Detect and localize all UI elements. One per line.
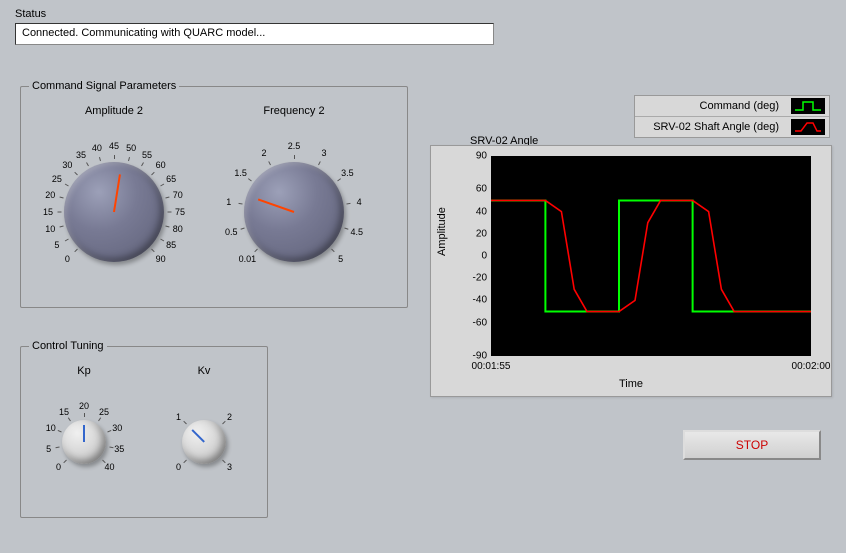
legend-row: SRV-02 Shaft Angle (deg) [635,117,829,137]
y-tick-label: -20 [461,273,487,284]
knob-tick-label: 2 [262,148,267,158]
status-text: Connected. Communicating with QUARC mode… [15,23,494,45]
control-tuning-title: Control Tuning [29,340,107,352]
legend-swatch-shaft [791,119,825,135]
kv-label: Kv [154,365,254,377]
amplitude-knob[interactable]: 05 10 15 20 2530 35 40 45 50 55 6065 70 75 80 8590 [34,121,194,291]
plot-frame: Amplitude 90 60 40 20 0 -20 -40 -60 -90 00:01:55… [430,145,832,397]
plot-canvas [491,156,811,356]
knob-tick-label: 75 [175,207,185,217]
amplitude-label: Amplitude 2 [34,105,194,117]
kp-knob[interactable]: 05 1015 20 2530 3540 [34,381,134,491]
y-tick-label: -60 [461,317,487,328]
knob-tick-label: 5 [338,254,343,264]
knob-tick-label: 90 [156,254,166,264]
x-tick-label: 00:01:55 [472,361,511,372]
y-tick-label: 40 [461,206,487,217]
command-signal-panel: Command Signal Parameters Amplitude 2 05… [20,80,408,308]
knob-tick-label: 60 [156,160,166,170]
knob-tick-label: 3 [227,462,232,472]
stop-button[interactable]: STOP [683,430,821,460]
knob-tick-label: 30 [112,423,122,433]
knob-tick-label: 20 [45,190,55,200]
knob-tick-label: 0 [56,462,61,472]
knob-tick-label: 2 [227,412,232,422]
knob-tick-label: 40 [104,462,114,472]
control-tuning-panel: Control Tuning Kp 0510152025303540 Kv 01… [20,340,268,518]
knob-tick-label: 70 [173,190,183,200]
knob-tick-label: 40 [92,143,102,153]
knob-tick-label: 3.5 [341,168,354,178]
chart-legend: Command (deg) SRV-02 Shaft Angle (deg) [634,95,830,138]
knob-tick-label: 25 [99,407,109,417]
x-axis-label: Time [619,378,643,390]
legend-label: Command (deg) [639,100,783,112]
knob-tick-label: 4 [357,197,362,207]
y-tick-label: 20 [461,228,487,239]
knob-tick-label: 0.01 [239,254,257,264]
legend-row: Command (deg) [635,96,829,117]
knob-tick-label: 15 [59,407,69,417]
knob-tick-label: 65 [166,174,176,184]
y-tick-label: 0 [461,251,487,262]
knob-tick-label: 20 [79,401,89,411]
legend-label: SRV-02 Shaft Angle (deg) [639,121,783,133]
knob-tick-label: 5 [46,444,51,454]
knob-tick-label: 35 [114,444,124,454]
knob-tick-label: 4.5 [351,227,364,237]
knob-tick-label: 50 [126,143,136,153]
knob-tick-label: 45 [109,141,119,151]
knob-tick-label: 0 [65,254,70,264]
knob-tick-label: 1.5 [234,168,247,178]
frequency-label: Frequency 2 [214,105,374,117]
knob-tick-label: 85 [166,240,176,250]
knob-tick-label: 0 [176,462,181,472]
knob-tick-label: 1 [176,412,181,422]
frequency-knob[interactable]: 0.01 0.5 1 1.5 2 2.5 3 3.5 4 4.5 5 [214,121,374,291]
command-signal-title: Command Signal Parameters [29,80,179,92]
knob-tick-label: 10 [46,423,56,433]
knob-tick-label: 80 [173,224,183,234]
knob-tick-label: 1 [226,197,231,207]
y-tick-label: 60 [461,184,487,195]
knob-tick-label: 15 [43,207,53,217]
knob-tick-label: 35 [76,150,86,160]
kv-knob[interactable]: 0 1 2 3 [154,381,254,491]
x-tick-label: 00:02:00 [792,361,831,372]
knob-tick-label: 2.5 [288,141,301,151]
status-label: Status [15,8,831,20]
knob-tick-label: 5 [54,240,59,250]
knob-tick-label: 10 [45,224,55,234]
y-tick-label: 90 [461,151,487,162]
knob-tick-label: 25 [52,174,62,184]
legend-swatch-command [791,98,825,114]
kp-label: Kp [34,365,134,377]
knob-tick-label: 0.5 [225,227,238,237]
knob-tick-label: 30 [62,160,72,170]
knob-tick-label: 3 [321,148,326,158]
y-tick-label: -90 [461,351,487,362]
knob-tick-label: 55 [142,150,152,160]
y-tick-label: -40 [461,295,487,306]
y-axis-label: Amplitude [436,207,448,256]
